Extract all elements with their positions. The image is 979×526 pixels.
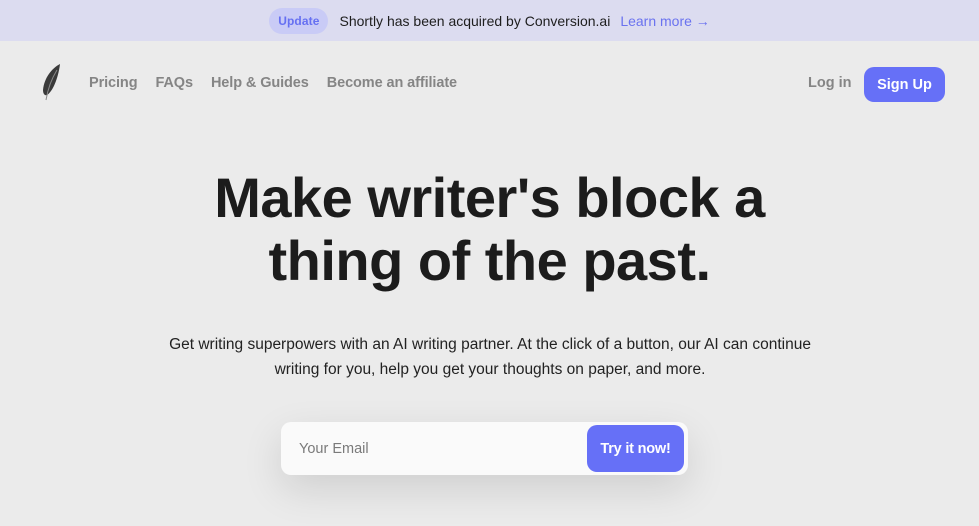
- email-signup-form: Try it now!: [281, 422, 688, 475]
- try-it-now-button[interactable]: Try it now!: [587, 425, 684, 472]
- nav-link-pricing[interactable]: Pricing: [89, 75, 138, 91]
- nav-link-help-guides[interactable]: Help & Guides: [211, 75, 309, 91]
- nav-link-faqs[interactable]: FAQs: [155, 75, 193, 91]
- hero-title-line-2: thing of the past.: [268, 229, 711, 292]
- update-badge: Update: [269, 7, 329, 34]
- banner-message: Shortly has been acquired by Conversion.…: [339, 12, 611, 29]
- hero-title-line-1: Make writer's block a: [214, 166, 765, 229]
- hero-subtitle: Get writing superpowers with an AI writi…: [140, 332, 840, 382]
- announcement-banner: Update Shortly has been acquired by Conv…: [0, 0, 979, 41]
- hero-subtitle-line-1: Get writing superpowers with an AI writi…: [169, 336, 811, 353]
- main-nav: Pricing FAQs Help & Guides Become an aff…: [0, 62, 979, 106]
- hero-title: Make writer's block a thing of the past.: [0, 166, 979, 292]
- login-link[interactable]: Log in: [808, 75, 852, 91]
- signup-button[interactable]: Sign Up: [864, 67, 945, 102]
- hero-subtitle-line-2: writing for you, help you get your thoug…: [274, 361, 706, 378]
- nav-links: Pricing FAQs Help & Guides Become an aff…: [89, 75, 475, 91]
- learn-more-link[interactable]: Learn more →: [620, 13, 709, 29]
- feather-icon[interactable]: [40, 62, 66, 104]
- email-input[interactable]: [299, 422, 579, 475]
- nav-link-affiliate[interactable]: Become an affiliate: [327, 75, 457, 91]
